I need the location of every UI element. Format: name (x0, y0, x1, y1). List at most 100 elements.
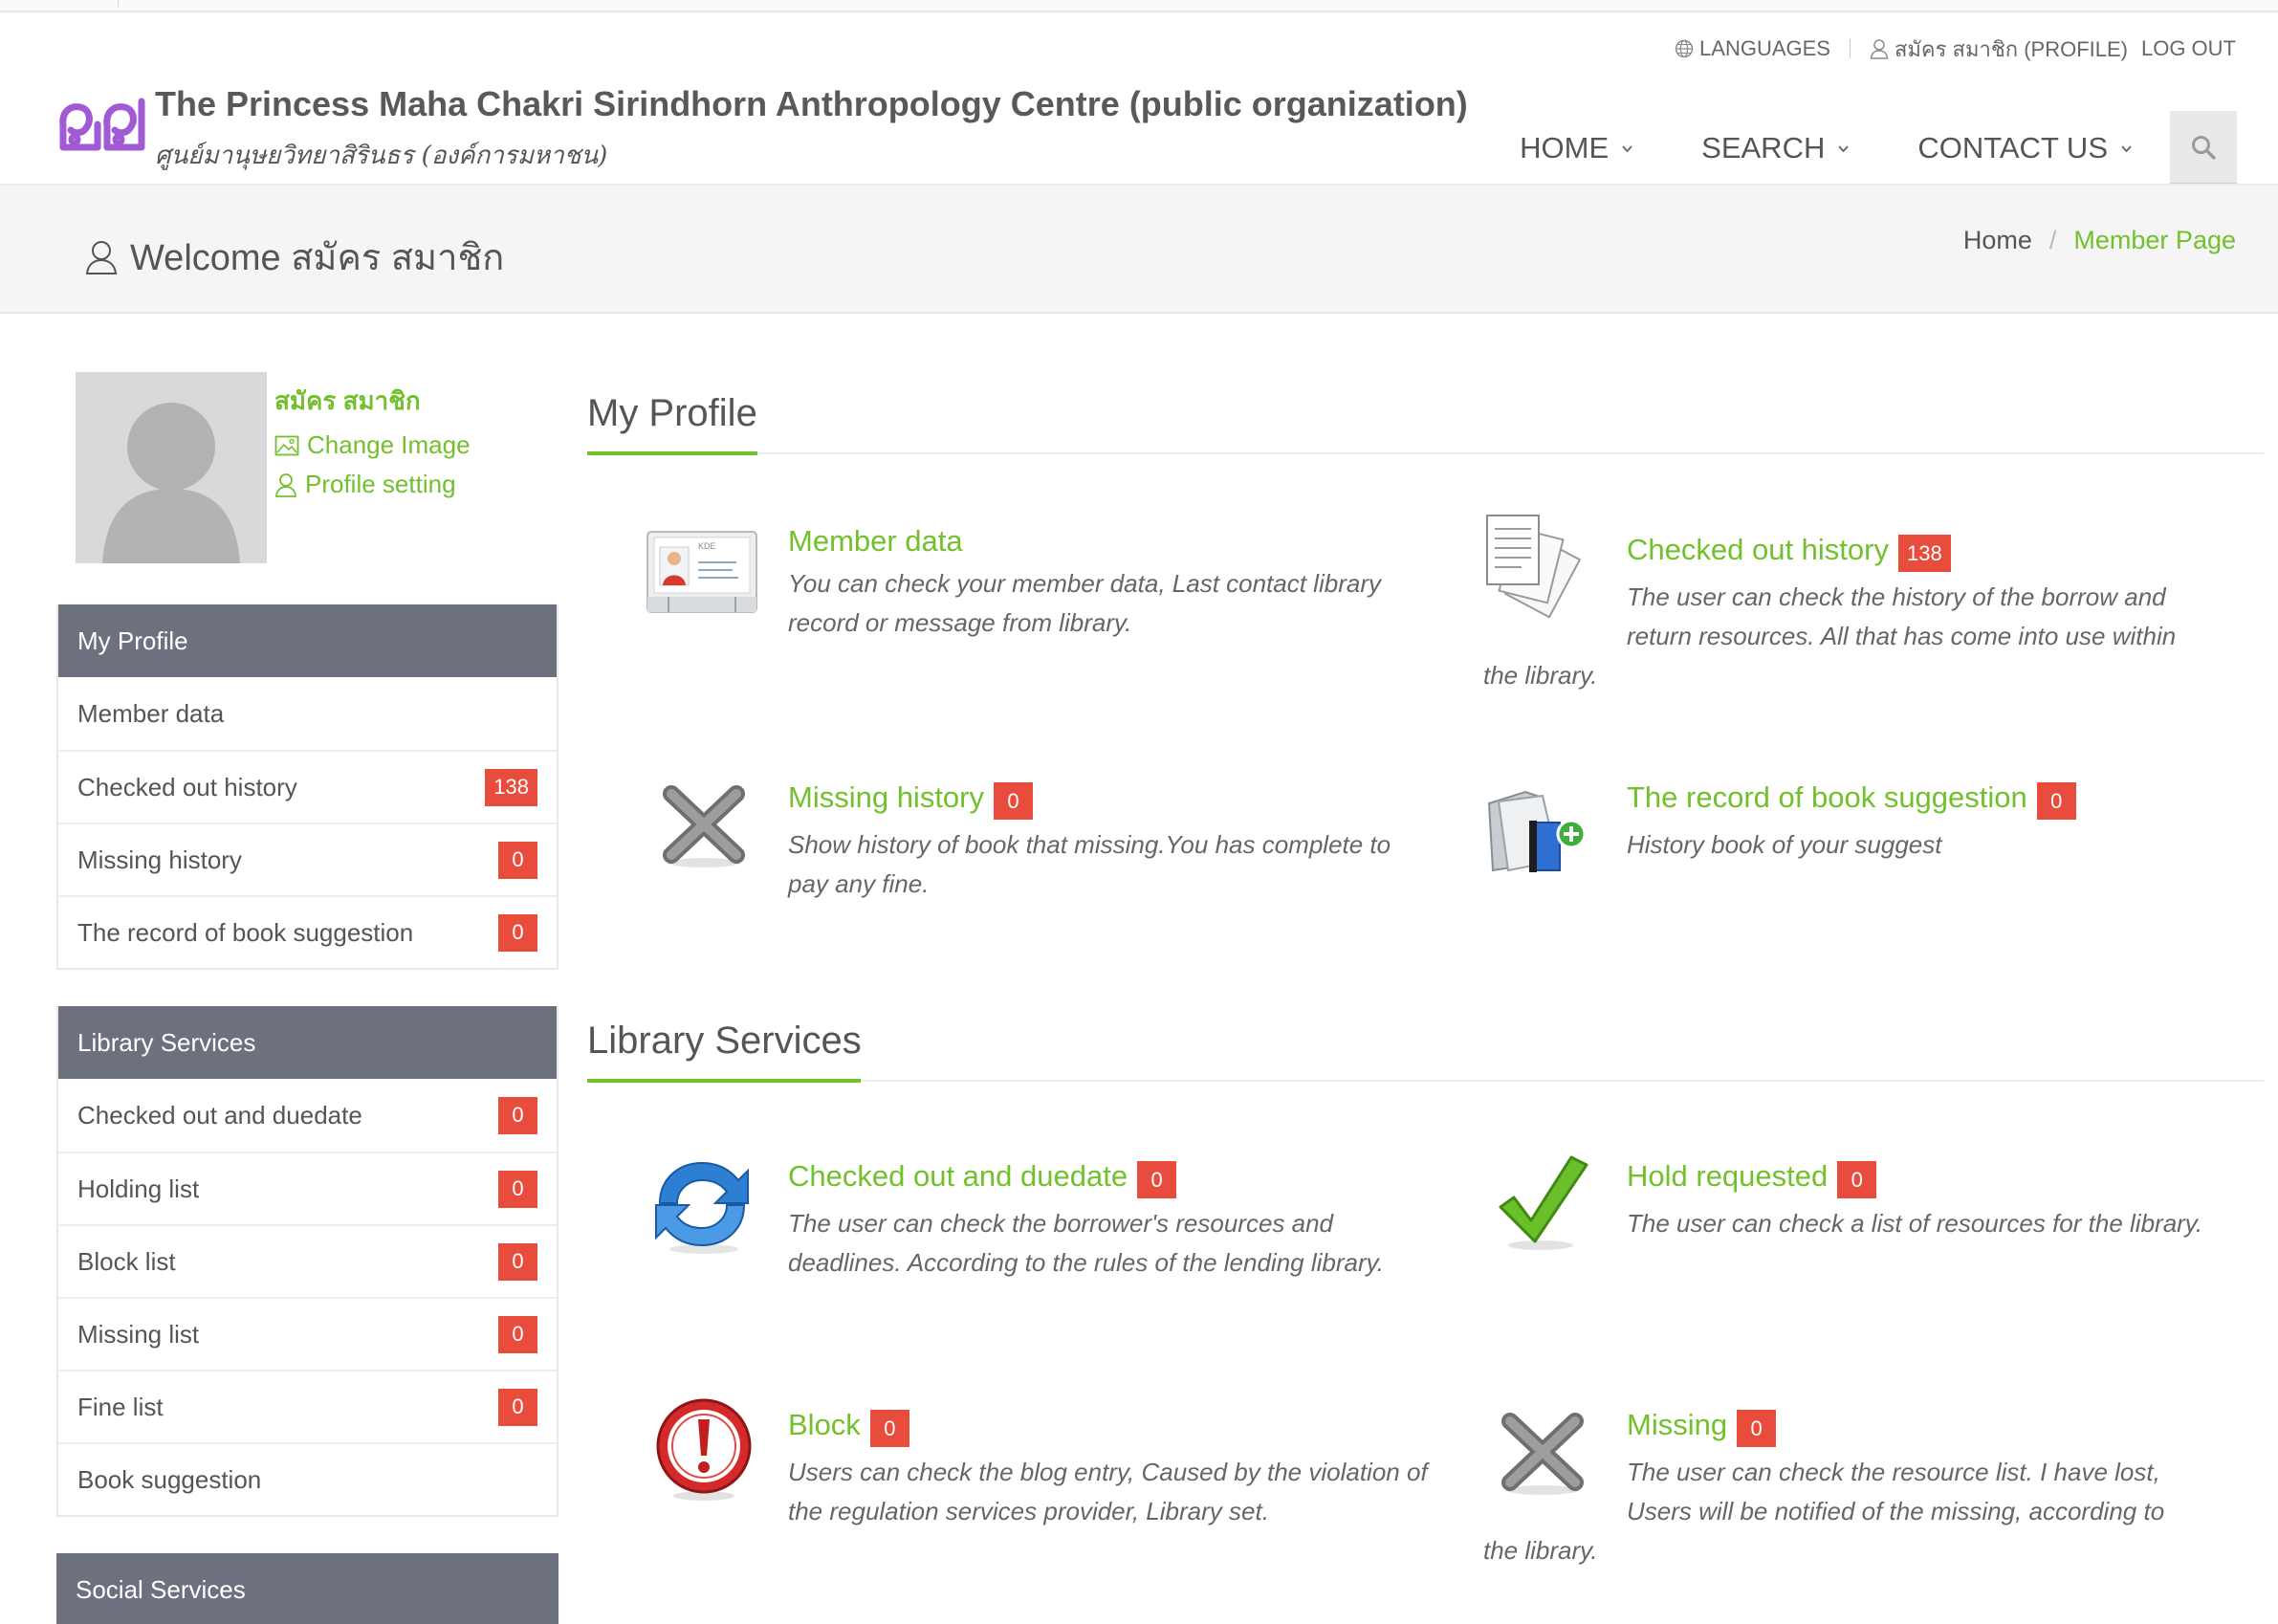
sidebar-item-label: Book suggestion (77, 1464, 262, 1494)
languages-link[interactable]: LANGUAGES (1675, 36, 1830, 61)
card-missing: Missing 0 The user can check the resourc… (1483, 1402, 2201, 1570)
header-search-button[interactable] (2170, 111, 2237, 186)
card-title-link[interactable]: Block 0 (788, 1402, 1429, 1447)
sidebar-item-label: Checked out and duedate (77, 1100, 362, 1130)
card-title: Missing (1627, 1407, 1728, 1441)
page-title-bar: Welcome สมัคร สมาชิก Home / Member Page (0, 186, 2278, 314)
nav-search-label: SEARCH (1701, 131, 1826, 165)
count-badge: 0 (2036, 782, 2076, 820)
site-subtitle: ศูนย์มานุษยวิทยาสิรินธร (องค์การมหาชน) (155, 142, 608, 170)
card-title: The record of book suggestion (1627, 779, 2027, 814)
sidebar-item-holding-list[interactable]: Holding list 0 (58, 1152, 557, 1224)
user-icon (275, 472, 296, 497)
profile-label: สมัคร สมาชิก (PROFILE) (1894, 36, 2128, 61)
strip-tick (118, 0, 119, 7)
count-badge: 0 (498, 1170, 537, 1208)
card-description: Show history of book that missing.You ha… (788, 830, 1391, 898)
card-hold-requested: Hold requested 0 The user can check a li… (1483, 1153, 2229, 1283)
folder-add-icon (1483, 775, 1598, 880)
card-title-link[interactable]: Checked out history 138 (1627, 527, 2201, 572)
sidebar-panel-title: Social Services (56, 1553, 559, 1624)
sidebar-item-block-list[interactable]: Block list 0 (58, 1224, 557, 1297)
documents-icon (1483, 512, 1598, 619)
card-member-data: KDE Member data You can check your membe… (645, 524, 1429, 643)
main-navigation: HOME SEARCH CONTACT US (1486, 111, 2237, 186)
logo-mark-icon (59, 98, 145, 151)
nav-search[interactable]: SEARCH (1668, 111, 1884, 186)
sidebar-item-label: Holding list (77, 1174, 200, 1203)
profile-links: สมัคร สมาชิก Change Image Profile settin… (274, 382, 523, 509)
welcome-text: Welcome สมัคร สมาชิก (130, 238, 505, 278)
logout-link[interactable]: LOG OUT (2141, 36, 2236, 61)
site-logo[interactable] (55, 92, 149, 157)
count-badge: 0 (1137, 1161, 1177, 1198)
sidebar-panel-social-services: Social Services (56, 1553, 559, 1624)
card-title-link[interactable]: The record of book suggestion 0 (1627, 775, 2201, 820)
sidebar-item-label: Member data (77, 698, 225, 728)
card-description: You can check your member data, Last con… (788, 569, 1381, 637)
sidebar-item-label: Checked out history (77, 772, 297, 801)
refresh-icon (645, 1150, 759, 1255)
count-badge: 0 (498, 1096, 537, 1134)
sidebar-item-checked-out-duedate[interactable]: Checked out and duedate 0 (58, 1079, 557, 1152)
sidebar-item-missing-history[interactable]: Missing history 0 (58, 823, 557, 895)
sidebar-item-fine-list[interactable]: Fine list 0 (58, 1370, 557, 1442)
search-icon (2192, 135, 2216, 160)
nav-home[interactable]: HOME (1486, 111, 1668, 186)
card-missing-history: Missing history 0 Show history of book t… (645, 775, 1429, 904)
sidebar-panel-title: My Profile (58, 604, 557, 677)
card-title: Block (788, 1407, 861, 1441)
card-checked-out-history: Checked out history 138 The user can che… (1483, 515, 2201, 695)
profile-link[interactable]: สมัคร สมาชิก (PROFILE) (1870, 33, 2128, 66)
nav-contact-us[interactable]: CONTACT US (1884, 111, 2167, 186)
x-mark-icon (645, 775, 759, 880)
chevron-down-icon (1838, 144, 1850, 152)
sidebar-panel-my-profile: My Profile Member data Checked out histo… (56, 604, 559, 970)
change-image-link[interactable]: Change Image (274, 430, 523, 460)
x-mark-icon (1483, 1402, 1598, 1507)
sidebar-item-book-suggestion[interactable]: Book suggestion (58, 1442, 557, 1515)
logout-label: LOG OUT (2140, 36, 2236, 60)
breadcrumb-current: Member Page (2073, 226, 2236, 254)
section-underline (587, 1079, 861, 1083)
nav-contact-label: CONTACT US (1917, 131, 2108, 165)
card-title-link[interactable]: Hold requested 0 (1627, 1153, 2229, 1198)
card-title-link[interactable]: Missing 0 (1627, 1402, 2201, 1447)
id-card-icon: KDE (645, 524, 759, 629)
section-title-my-profile: My Profile (587, 392, 757, 434)
count-badge: 0 (498, 1315, 537, 1353)
change-image-label: Change Image (307, 430, 471, 459)
card-title: Missing history (788, 779, 984, 814)
site-title[interactable]: The Princess Maha Chakri Sirindhorn Anth… (155, 84, 1468, 124)
user-icon (85, 240, 118, 274)
card-title: Member data (788, 524, 963, 558)
count-badge: 138 (485, 768, 537, 806)
card-title-link[interactable]: Missing history 0 (788, 775, 1429, 820)
profile-name-link[interactable]: สมัคร สมาชิก (274, 382, 523, 421)
card-title-link[interactable]: Member data (788, 524, 1429, 559)
count-badge: 0 (498, 841, 537, 879)
section-underline (587, 451, 757, 455)
top-utility-bar: LANGUAGES สมัคร สมาชิก (PROFILE) LOG OUT (1675, 33, 2236, 65)
sidebar-item-member-data[interactable]: Member data (58, 677, 557, 750)
globe-icon (1675, 39, 1694, 58)
profile-setting-link[interactable]: Profile setting (274, 470, 523, 499)
card-title: Checked out and duedate (788, 1158, 1128, 1193)
sidebar-item-checked-out-history[interactable]: Checked out history 138 (58, 750, 557, 823)
svg-text:KDE: KDE (698, 541, 716, 551)
sidebar-item-label: Fine list (77, 1392, 164, 1421)
default-avatar-icon (76, 372, 267, 563)
card-title-link[interactable]: Checked out and duedate 0 (788, 1153, 1429, 1198)
sidebar-item-label: Missing list (77, 1319, 200, 1349)
section-title-library-services: Library Services (587, 1020, 862, 1062)
sidebar-item-missing-list[interactable]: Missing list 0 (58, 1297, 557, 1370)
sidebar-panel-title: Library Services (58, 1006, 557, 1079)
card-description: The user can check the borrower's resour… (788, 1209, 1384, 1277)
sidebar-item-book-suggestion-record[interactable]: The record of book suggestion 0 (58, 895, 557, 968)
page-title: Welcome สมัคร สมาชิก (84, 228, 504, 286)
user-icon (1870, 39, 1889, 59)
breadcrumb-separator: / (2048, 226, 2057, 254)
breadcrumb-home[interactable]: Home (1963, 226, 2032, 255)
card-checked-out-duedate: Checked out and duedate 0 The user can c… (645, 1153, 1429, 1283)
chevron-down-icon (1622, 144, 1632, 152)
